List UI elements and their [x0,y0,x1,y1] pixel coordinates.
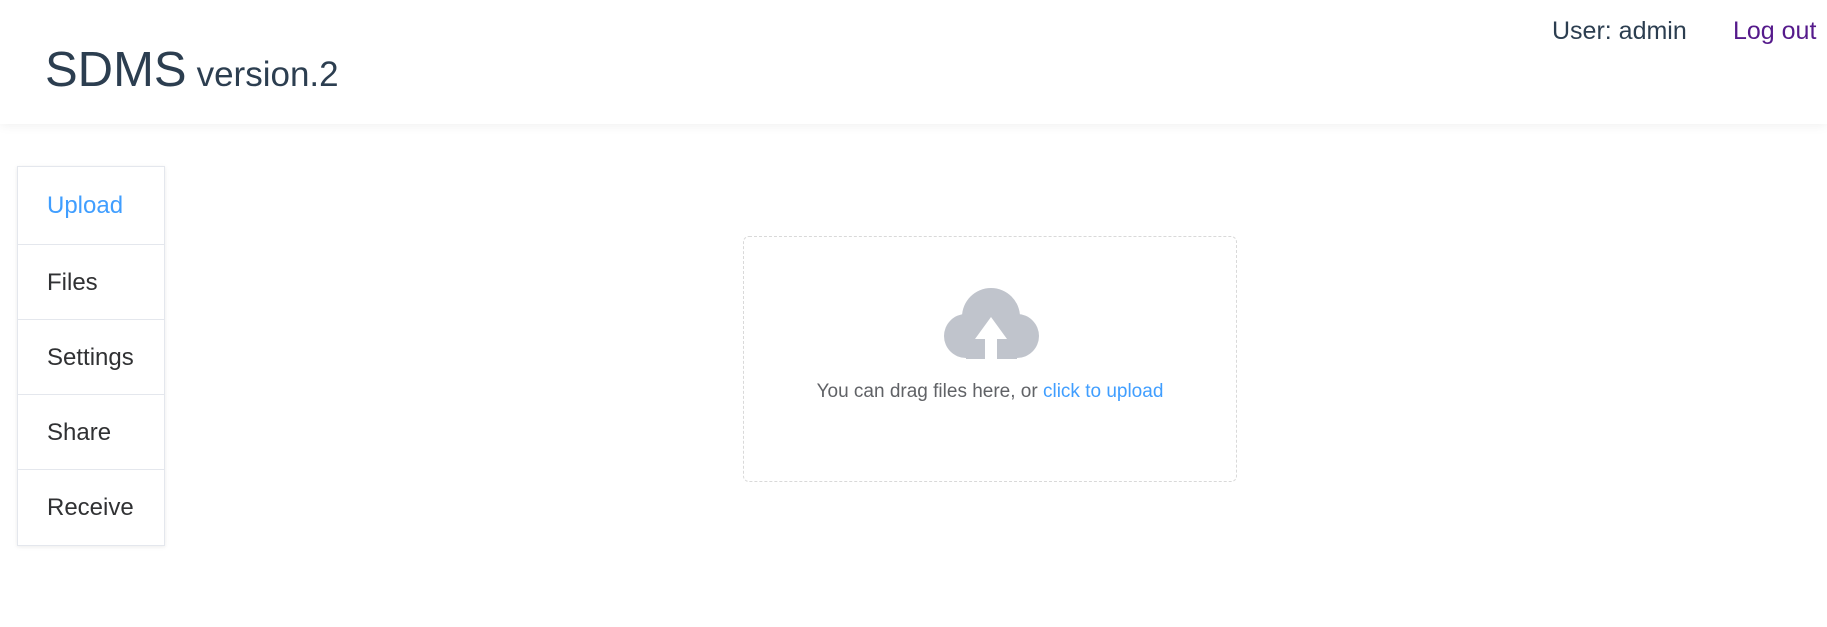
dropzone-instructions: You can drag files here, or click to upl… [744,381,1236,403]
app-version: version.2 [196,55,339,94]
logout-link[interactable]: Log out [1733,16,1816,46]
drag-text: You can drag files here, or [816,381,1043,402]
upload-dropzone[interactable]: You can drag files here, or click to upl… [743,236,1237,482]
cloud-upload-icon [944,288,1039,359]
sidebar-item-upload[interactable]: Upload [18,167,165,245]
app-title: SDMS [45,43,187,97]
sidebar-item-settings[interactable]: Settings [18,320,165,395]
user-label: User: admin [1552,17,1687,45]
sidebar-item-files[interactable]: Files [18,245,165,320]
click-to-upload-link[interactable]: click to upload [1043,381,1163,402]
sidebar-item-share[interactable]: Share [18,395,165,470]
sidebar-menu: Upload Files Settings Share Receive [17,166,165,546]
app-header: SDMS version.2 User: admin Log out [0,0,1827,124]
sidebar-item-receive[interactable]: Receive [18,470,165,545]
brand: SDMS version.2 [45,40,339,100]
